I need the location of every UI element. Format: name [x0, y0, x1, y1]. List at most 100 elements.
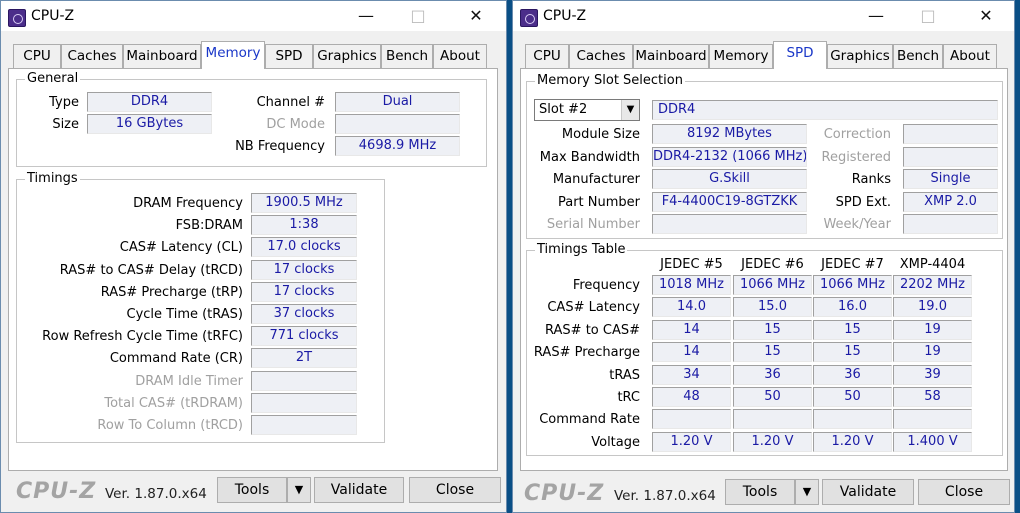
tab-memory[interactable]: Memory	[709, 44, 773, 68]
timings-row-label: tRC	[617, 390, 640, 405]
cpuz-app-icon	[8, 9, 26, 27]
nb-frequency-value: 4698.9 MHz	[335, 136, 460, 156]
chevron-down-icon[interactable]: ▼	[621, 100, 639, 120]
tab-about[interactable]: About	[943, 44, 997, 68]
timing-value	[251, 370, 357, 391]
timing-value	[251, 392, 357, 413]
general-group: General Type DDR4 Size 16 GBytes Channel…	[16, 71, 487, 167]
max-bandwidth-value: DDR4-2132 (1066 MHz)	[652, 147, 807, 167]
timings-cell: 36	[813, 364, 892, 385]
timings-cell: 50	[813, 387, 892, 407]
timings-row-label: RAS# Precharge	[533, 345, 640, 361]
tab-spd[interactable]: SPD	[265, 44, 313, 68]
timings-cell: 19	[893, 342, 972, 363]
week-year-label: Week/Year	[823, 217, 891, 232]
cpuz-window-memory: CPU-Z — □ ✕ CPU Caches Mainboard Memory …	[0, 0, 507, 513]
close-icon[interactable]: ✕	[453, 1, 499, 31]
timings-cell: 36	[733, 364, 812, 385]
correction-label: Correction	[823, 127, 891, 142]
tab-mainboard[interactable]: Mainboard	[123, 44, 201, 68]
timings-cell: 1.400 V	[893, 431, 972, 452]
minimize-icon[interactable]: —	[853, 1, 899, 31]
manufacturer-value: G.Skill	[652, 169, 807, 189]
title-bar[interactable]: CPU-Z — □ ✕	[513, 1, 1014, 31]
tab-mainboard[interactable]: Mainboard	[633, 44, 709, 68]
serial-number-label: Serial Number	[546, 217, 640, 232]
spd-panel: Memory Slot Selection Slot #2 ▼ DDR4 Mod…	[520, 68, 1008, 471]
timings-cell: 1018 MHz	[652, 275, 731, 295]
timings-group: Timings DRAM Frequency 1900.5 MHz FSB:DRAM…	[16, 171, 385, 443]
dcmode-label: DC Mode	[266, 117, 325, 132]
close-button[interactable]: Close	[409, 477, 501, 503]
window-title: CPU-Z	[543, 8, 587, 24]
timing-label: Row To Column (tRCD)	[97, 418, 243, 433]
channel-label: Channel #	[256, 95, 325, 110]
title-bar[interactable]: CPU-Z — □ ✕	[1, 1, 506, 31]
timings-cell: 58	[893, 387, 972, 407]
tools-dropdown-arrow-icon[interactable]: ▼	[287, 477, 311, 503]
cpuz-logo: CPU-Z	[524, 481, 605, 506]
tab-memory[interactable]: Memory	[201, 41, 265, 69]
close-icon[interactable]: ✕	[963, 1, 1009, 31]
serial-number-value	[652, 214, 807, 234]
timings-column-header: XMP-4404	[899, 257, 966, 272]
version-label: Ver. 1.87.0.x64	[614, 488, 716, 504]
minimize-icon[interactable]: —	[343, 1, 389, 31]
timing-value: 771 clocks	[251, 326, 357, 347]
timings-cell: 15.0	[733, 297, 812, 318]
timings-cell	[733, 409, 812, 430]
timings-cell: 14	[652, 319, 731, 340]
timing-label: DRAM Frequency	[133, 196, 243, 211]
module-size-value: 8192 MBytes	[652, 124, 807, 144]
timings-cell: 15	[733, 319, 812, 340]
timing-label: RAS# Precharge (tRP)	[100, 284, 243, 300]
timings-cell: 1.20 V	[813, 431, 892, 452]
max-bandwidth-label: Max Bandwidth	[539, 150, 640, 165]
timings-row-label: RAS# to CAS#	[545, 322, 640, 338]
timing-value: 1900.5 MHz	[251, 193, 357, 213]
timings-row-label: Voltage	[591, 434, 640, 450]
memory-slot-selection-title: Memory Slot Selection	[535, 73, 685, 89]
timings-cell: 50	[733, 387, 812, 407]
size-label: Size	[52, 117, 79, 132]
tab-cpu[interactable]: CPU	[13, 44, 61, 68]
part-number-label: Part Number	[557, 195, 640, 210]
cpuz-window-spd: CPU-Z — □ ✕ CPU Caches Mainboard Memory …	[512, 0, 1015, 513]
tab-bench[interactable]: Bench	[893, 44, 943, 68]
validate-button[interactable]: Validate	[822, 479, 914, 505]
manufacturer-label: Manufacturer	[552, 172, 640, 187]
tools-button[interactable]: Tools	[217, 477, 287, 503]
timings-cell: 14	[652, 342, 731, 363]
part-number-value: F4-4400C19-8GTZKK	[652, 192, 807, 212]
ranks-label: Ranks	[851, 172, 891, 187]
tab-caches[interactable]: Caches	[61, 44, 123, 68]
tab-cpu[interactable]: CPU	[525, 44, 569, 68]
timings-cell: 14.0	[652, 297, 731, 318]
tools-dropdown-arrow-icon[interactable]: ▼	[795, 479, 819, 505]
tab-about[interactable]: About	[433, 44, 487, 68]
close-button[interactable]: Close	[918, 479, 1010, 505]
tab-caches[interactable]: Caches	[569, 44, 633, 68]
tab-bench[interactable]: Bench	[381, 44, 433, 68]
tab-spd[interactable]: SPD	[773, 41, 827, 69]
channel-value: Dual	[335, 92, 460, 112]
timings-table-title: Timings Table	[535, 242, 628, 258]
tab-graphics[interactable]: Graphics	[313, 44, 381, 68]
tools-button[interactable]: Tools	[725, 479, 795, 505]
timings-cell: 48	[652, 387, 731, 407]
timing-label: RAS# to CAS# Delay (tRCD)	[59, 262, 243, 278]
maximize-icon: □	[410, 6, 426, 25]
window-title: CPU-Z	[31, 8, 75, 24]
timings-row-label: tRAS	[609, 367, 640, 383]
timing-value: 1:38	[251, 215, 357, 236]
timings-group-title: Timings	[25, 171, 80, 187]
validate-button[interactable]: Validate	[314, 477, 404, 503]
slot-select[interactable]: Slot #2 ▼	[534, 99, 640, 121]
timings-column-header: JEDEC #7	[821, 257, 884, 272]
timings-cell: 1066 MHz	[733, 275, 812, 295]
general-group-title: General	[25, 71, 81, 87]
timings-row-label: Command Rate	[539, 412, 640, 428]
timings-column-header: JEDEC #6	[741, 257, 804, 272]
maximize-icon: □	[920, 6, 936, 25]
tab-graphics[interactable]: Graphics	[827, 44, 893, 68]
